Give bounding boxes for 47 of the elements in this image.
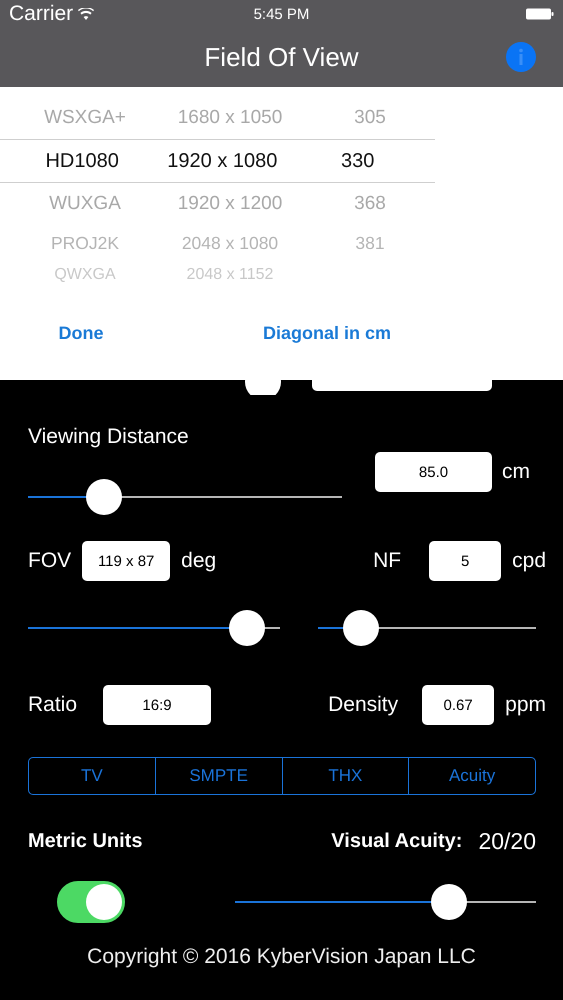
setting-label: Visual Acuity: <box>331 830 462 852</box>
unit-label: cpd <box>512 549 546 573</box>
picker-item[interactable]: 305 <box>354 107 386 128</box>
carrier-name: Carrier <box>9 2 74 26</box>
input-field[interactable]: 85.0 <box>375 452 492 492</box>
slider[interactable] <box>318 608 536 648</box>
done-button[interactable]: Done <box>58 319 104 348</box>
picker-item[interactable]: 1680 x 1050 <box>170 107 290 129</box>
field-label: NF <box>373 549 402 573</box>
field-label: Density <box>328 693 398 717</box>
input-field[interactable]: 0.67 <box>422 685 494 725</box>
slider-thumb[interactable] <box>343 610 380 646</box>
picker-item[interactable]: 1920 x 1200 <box>170 193 290 215</box>
input-field[interactable]: 5 <box>429 541 502 581</box>
picker-item[interactable]: HD1080 <box>0 150 164 172</box>
picker-item[interactable]: 330 <box>340 150 374 172</box>
diagonal-button[interactable]: Diagonal in cm <box>262 319 392 348</box>
slider-thumb[interactable] <box>431 884 468 920</box>
input-field[interactable]: 16:9 <box>103 685 212 725</box>
slider-thumb[interactable] <box>228 610 265 646</box>
segment-tab[interactable]: Acuity <box>408 758 535 794</box>
slider-thumb[interactable] <box>86 479 122 515</box>
acuity-value: 20/20 <box>478 828 536 854</box>
slider[interactable] <box>235 882 536 922</box>
field-label: FOV <box>28 549 72 573</box>
wifi-icon <box>78 8 94 20</box>
picker-item[interactable]: 1920 x 1080 <box>164 150 280 172</box>
setting-label: Metric Units <box>28 830 142 852</box>
field-label: Viewing Distance <box>28 425 190 449</box>
copyright-text: Copyright © 2016 KyberVision Japan LLC <box>87 945 476 968</box>
slider[interactable] <box>28 477 342 517</box>
segment-tab[interactable]: TV <box>29 758 155 794</box>
unit-label: ppm <box>505 693 546 717</box>
unit-label: deg <box>181 549 216 573</box>
status-time: 5:45 PM <box>254 6 310 22</box>
unit-label: cm <box>502 460 530 484</box>
battery-icon <box>526 8 554 20</box>
slider[interactable] <box>28 608 280 648</box>
field-label: Ratio <box>28 693 78 717</box>
segment-tab[interactable]: SMPTE <box>154 758 282 794</box>
input-field[interactable]: 119 x 87 <box>82 541 170 581</box>
segment-tab[interactable]: THX <box>282 758 408 794</box>
picker-item[interactable]: 368 <box>354 193 386 214</box>
picker-item[interactable]: WUXGA <box>0 193 170 215</box>
picker-item[interactable]: WSXGA+ <box>0 107 170 129</box>
toggle-switch[interactable] <box>57 881 125 923</box>
screen-title: Field Of View <box>204 42 359 73</box>
